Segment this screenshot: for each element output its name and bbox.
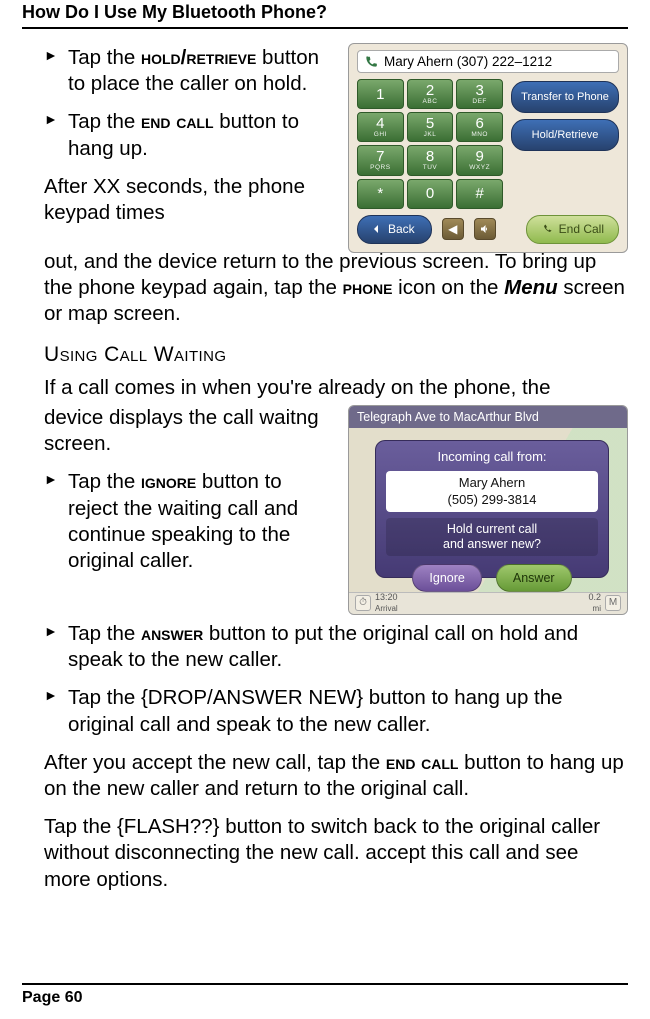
- paragraph-after-accept: After you accept the new call, tap the e…: [22, 750, 628, 802]
- keypad-1[interactable]: 1: [357, 79, 404, 109]
- text: Tap the: [68, 110, 141, 133]
- text: Tap the: [68, 46, 141, 69]
- figure-call-waiting: Telegraph Ave to MacArthur Blvd Incoming…: [348, 405, 628, 615]
- end-call-label: End Call: [559, 222, 604, 237]
- bullet-ignore: Tap the ignore button to reject the wait…: [44, 469, 334, 574]
- nav-route-bar: Telegraph Ave to MacArthur Blvd: [349, 406, 627, 428]
- caller-text: Mary Ahern (307) 222–1212: [384, 53, 552, 70]
- paragraph-timeout: out, and the device return to the previo…: [22, 249, 628, 328]
- arrival-text: 13:20Arrival: [375, 592, 398, 615]
- keyword-menu: Menu: [504, 276, 558, 299]
- page-footer: Page 60: [22, 983, 628, 1007]
- incoming-caller-box: Mary Ahern (505) 299-3814: [386, 471, 598, 512]
- keyword-end-call-2: end call: [386, 751, 459, 774]
- page-content: Tap the hold/retrieve button to place th…: [22, 43, 628, 893]
- keypad-7[interactable]: 7PQRS: [357, 145, 404, 175]
- keypad-0[interactable]: 0: [407, 179, 454, 209]
- phone-icon: [364, 55, 378, 69]
- keypad-hash[interactable]: #: [456, 179, 503, 209]
- heading-call-waiting: Using Call Waiting: [22, 342, 628, 369]
- bullet-answer: Tap the answer button to put the origina…: [44, 621, 628, 673]
- ignore-button[interactable]: Ignore: [412, 564, 481, 592]
- text: After you accept the new call, tap the: [44, 751, 386, 774]
- text: icon on the: [392, 276, 504, 299]
- keypad-6[interactable]: 6MNO: [456, 112, 503, 142]
- text: Tap the: [68, 470, 141, 493]
- incoming-label: Incoming call from:: [386, 449, 598, 466]
- keypad-9[interactable]: 9WXYZ: [456, 145, 503, 175]
- prompt-line-2: and answer new?: [392, 537, 592, 552]
- keypad-grid: 1 2ABC 3DEF 4GHI 5JKL 6MNO 7PQRS 8TUV 9W…: [357, 79, 503, 208]
- menu-icon[interactable]: M: [605, 595, 621, 611]
- answer-button[interactable]: Answer: [496, 564, 572, 592]
- keypad-star[interactable]: *: [357, 179, 404, 209]
- bullet-end-call: Tap the end call button to hang up.: [44, 109, 334, 161]
- prompt-text: Hold current call and answer new?: [386, 518, 598, 556]
- end-call-button[interactable]: End Call: [526, 215, 619, 244]
- keypad-4[interactable]: 4GHI: [357, 112, 404, 142]
- incoming-caller-number: (505) 299-3814: [392, 492, 592, 508]
- paragraph-flash: Tap the {FLASH??} button to switch back …: [22, 814, 628, 893]
- bullet-drop-answer-new: Tap the {DROP/ANSWER NEW} button to hang…: [44, 685, 628, 737]
- arrival-icon: ⏱: [355, 595, 371, 611]
- keyword-ignore: ignore: [141, 470, 196, 493]
- distance-text: 0.2mi: [588, 592, 601, 615]
- transfer-to-phone-button[interactable]: Transfer to Phone: [511, 81, 619, 113]
- paragraph-cw-intro-top: If a call comes in when you're already o…: [22, 375, 628, 401]
- speaker-icon: [479, 223, 491, 235]
- paragraph-cw-intro-wrap: device displays the call waitng screen.: [22, 405, 334, 457]
- keyword-phone: phone: [343, 276, 393, 299]
- hold-retrieve-button[interactable]: Hold/Retrieve: [511, 119, 619, 151]
- figure-keypad: Mary Ahern (307) 222–1212 1 2ABC 3DEF 4G…: [348, 43, 628, 253]
- bullet-hold-retrieve: Tap the hold/retrieve button to place th…: [44, 45, 334, 97]
- end-call-icon: [541, 223, 553, 235]
- text: Tap the: [68, 622, 141, 645]
- keyword-hold-retrieve: hold/retrieve: [141, 46, 256, 69]
- caller-display: Mary Ahern (307) 222–1212: [357, 50, 619, 73]
- incoming-caller-name: Mary Ahern: [392, 475, 592, 491]
- prompt-line-1: Hold current call: [392, 522, 592, 537]
- text: After XX seconds, the phone keypad times: [44, 175, 305, 224]
- back-label: Back: [388, 222, 415, 237]
- keypad-8[interactable]: 8TUV: [407, 145, 454, 175]
- call-waiting-popup: Incoming call from: Mary Ahern (505) 299…: [375, 440, 609, 578]
- keyword-end-call: end call: [141, 110, 214, 133]
- back-button[interactable]: Back: [357, 215, 432, 244]
- nav-volume-button[interactable]: [474, 218, 496, 240]
- back-arrow-icon: [372, 224, 382, 234]
- keypad-3[interactable]: 3DEF: [456, 79, 503, 109]
- page-header: How Do I Use My Bluetooth Phone?: [22, 0, 628, 29]
- keyword-answer: answer: [141, 622, 203, 645]
- keypad-5[interactable]: 5JKL: [407, 112, 454, 142]
- keypad-2[interactable]: 2ABC: [407, 79, 454, 109]
- nav-prev-button[interactable]: ◀: [442, 218, 464, 240]
